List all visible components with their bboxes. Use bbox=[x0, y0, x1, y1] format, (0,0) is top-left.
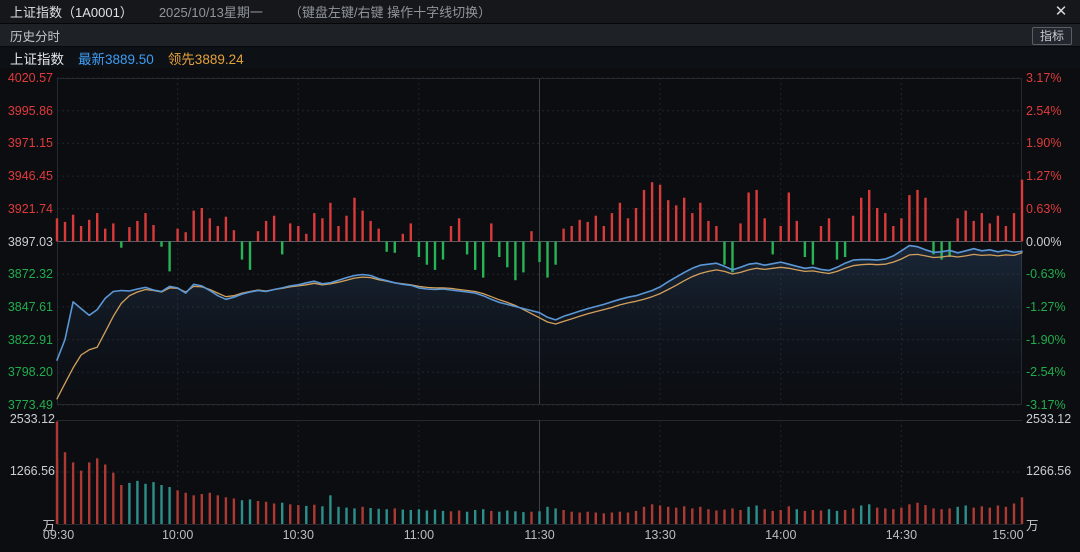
time-axis-label: 10:30 bbox=[282, 528, 314, 542]
keyboard-hint: （键盘左键/右键 操作十字线切换） bbox=[288, 5, 492, 20]
close-icon[interactable]: ✕ bbox=[1052, 3, 1070, 21]
legend-latest-value: 最新3889.50 bbox=[78, 51, 154, 67]
percent-axis-label: 0.63% bbox=[1026, 201, 1062, 216]
price-axis-label: 3995.86 bbox=[7, 103, 53, 118]
price-axis-label: 4020.57 bbox=[7, 71, 53, 85]
chart-area: 4020.57 3995.86 3971.15 3946.45 3921.74 3897.… bbox=[0, 68, 1080, 552]
percent-axis-label: -1.27% bbox=[1026, 299, 1066, 314]
price-axis-label: 3822.91 bbox=[7, 332, 53, 347]
price-axis-label: 3773.49 bbox=[7, 398, 53, 412]
percent-axis-label: 2.54% bbox=[1026, 103, 1062, 118]
volume-axis-max-right: 2533.12 bbox=[1026, 412, 1072, 426]
time-axis-label: 14:00 bbox=[765, 528, 797, 542]
time-axis-label: 11:00 bbox=[403, 528, 435, 542]
percent-axis-label: 0.00% bbox=[1026, 234, 1062, 249]
time-axis-label: 15:00 bbox=[992, 528, 1024, 542]
legend-lead-value: 领先3889.24 bbox=[167, 51, 244, 67]
main-chart-surface[interactable] bbox=[55, 68, 1024, 420]
price-axis-label: 3798.20 bbox=[7, 365, 53, 380]
time-axis-label: 14:30 bbox=[885, 528, 918, 542]
percent-axis-label: 3.17% bbox=[1026, 71, 1062, 85]
price-axis-label: 3872.32 bbox=[7, 267, 53, 282]
time-axis-label: 09:30 bbox=[42, 528, 75, 542]
volume-axis-mid-right: 1266.56 bbox=[1026, 464, 1072, 478]
price-axis-label: 3971.15 bbox=[7, 136, 53, 151]
time-axis-label: 11:30 bbox=[524, 528, 555, 542]
view-mode-label: 历史分时 bbox=[10, 29, 61, 44]
trade-date: 2025/10/13星期一 bbox=[158, 5, 263, 20]
time-axis-label: 13:30 bbox=[644, 528, 676, 542]
percent-axis-label: -1.90% bbox=[1026, 332, 1066, 347]
price-axis-label: 3946.45 bbox=[7, 169, 53, 184]
stock-chart-window: 上证指数（1A0001） 2025/10/13星期一 （键盘左键/右键 操作十字… bbox=[0, 0, 1080, 552]
volume-axis-max-left: 2533.12 bbox=[9, 412, 55, 426]
volume-axis-mid-left: 1266.56 bbox=[9, 464, 55, 478]
percent-axis-label: -3.17% bbox=[1026, 398, 1066, 412]
indicator-button[interactable]: 指标 bbox=[1031, 26, 1072, 45]
volume-chart-surface[interactable] bbox=[55, 420, 1024, 526]
percent-axis-label: 1.27% bbox=[1026, 169, 1062, 184]
percent-axis-label: -0.63% bbox=[1026, 267, 1066, 282]
price-axis-label: 3847.61 bbox=[7, 299, 53, 314]
volume-unit-right: 万 bbox=[1026, 519, 1039, 533]
time-axis-label: 10:00 bbox=[161, 528, 194, 542]
percent-axis-label: -2.54% bbox=[1026, 365, 1066, 380]
legend-symbol: 上证指数 bbox=[10, 51, 64, 67]
view-tab-bar: 历史分时 指标 bbox=[0, 24, 1080, 47]
symbol-title: 上证指数（1A0001） bbox=[10, 5, 133, 20]
window-title-bar: 上证指数（1A0001） 2025/10/13星期一 （键盘左键/右键 操作十字… bbox=[0, 0, 1080, 24]
price-axis-label: 3897.03 bbox=[7, 234, 53, 249]
price-axis-label: 3921.74 bbox=[7, 201, 53, 216]
legend-bar: 上证指数 最新3889.50 领先3889.24 bbox=[0, 47, 1080, 68]
percent-axis-label: 1.90% bbox=[1026, 136, 1062, 151]
